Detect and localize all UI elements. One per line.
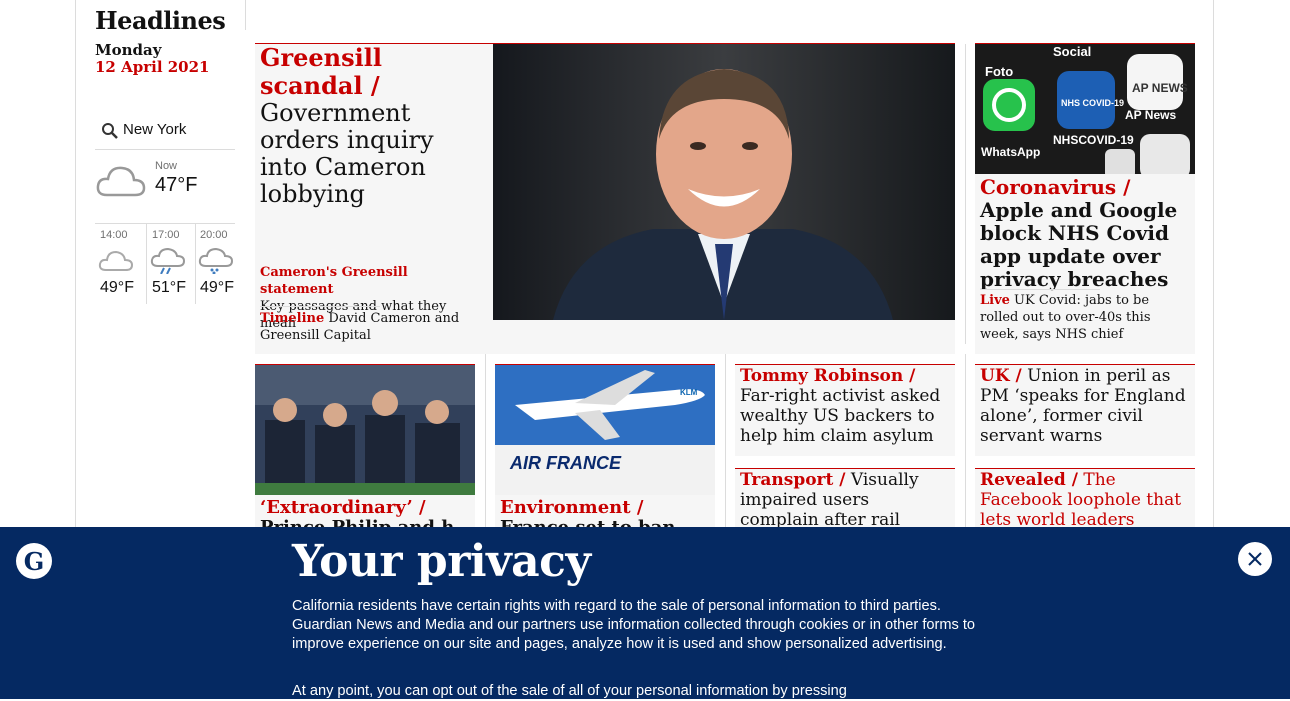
now-temperature: 47°F xyxy=(155,174,198,196)
forecast-slot: 20:00 49°F xyxy=(196,224,242,304)
story-kicker: Environment / xyxy=(500,497,644,518)
forecast-divider xyxy=(146,224,147,304)
privacy-text-optout: At any point, you can opt out of the sal… xyxy=(292,683,847,699)
date-label: 12 April 2021 xyxy=(95,58,210,76)
crowd-photo xyxy=(255,365,475,495)
air-france-image[interactable]: KLM AIR FRANCE xyxy=(495,365,715,495)
aircraft-photo: KLM AIR FRANCE xyxy=(495,365,715,495)
privacy-text: California residents have certain rights… xyxy=(292,598,976,652)
cloud-icon xyxy=(96,166,146,197)
app-icons-photo: Foto Social NHS COVID-19 AP NEWS WhatsAp… xyxy=(975,44,1195,174)
forecast-temperature: 51°F xyxy=(152,279,186,296)
svg-text:G: G xyxy=(24,547,45,576)
story-kicker: UK / xyxy=(980,366,1022,386)
main-story-headline[interactable]: Greensill scandal / Government orders in… xyxy=(260,44,485,208)
column-divider xyxy=(725,354,726,534)
weather-now: Now 47°F xyxy=(95,157,235,217)
column-divider xyxy=(965,354,966,534)
coronavirus-kicker: Coronavirus / xyxy=(980,175,1131,199)
forecast-time: 20:00 xyxy=(200,229,228,241)
app-label: AP News xyxy=(1125,108,1176,122)
sublink-divider xyxy=(260,306,380,307)
column-divider xyxy=(485,354,486,534)
sublink-kicker: Cameron's Greensill statement xyxy=(260,265,408,297)
story-kicker: Transport / xyxy=(740,470,846,490)
app-label: NHSCOVID-19 xyxy=(1053,133,1134,147)
phone-apps-image[interactable]: Foto Social NHS COVID-19 AP NEWS WhatsAp… xyxy=(975,44,1195,174)
plane-livery: AIR FRANCE xyxy=(509,453,622,473)
column-divider xyxy=(965,44,966,344)
close-button[interactable] xyxy=(1238,542,1272,576)
app-label: AP NEWS xyxy=(1132,81,1188,95)
app-label: Foto xyxy=(985,64,1013,79)
forecast-temperature: 49°F xyxy=(100,279,134,296)
story-headline[interactable]: UK / Union in peril as PM ‘speaks for En… xyxy=(980,366,1190,446)
app-label: NHS COVID-19 xyxy=(1061,98,1124,108)
forecast-slot: 14:00 49°F xyxy=(96,224,142,304)
privacy-title: Your privacy xyxy=(292,536,591,587)
location-name: New York xyxy=(123,121,187,138)
forecast-time: 14:00 xyxy=(100,229,128,241)
weather-location-search[interactable]: New York xyxy=(95,117,235,150)
story-title: Far-right activist asked wealthy US back… xyxy=(740,386,941,446)
forecast-time: 17:00 xyxy=(152,229,180,241)
guardian-logo-icon: G xyxy=(16,543,52,579)
live-sublink[interactable]: Live UK Covid: jabs to be rolled out to … xyxy=(980,292,1190,343)
cloud-icon xyxy=(98,250,134,271)
plane-logo: KLM xyxy=(680,388,698,397)
rain-cloud-icon xyxy=(150,248,186,274)
privacy-banner: G Your privacy California residents have… xyxy=(0,527,1290,699)
forecast-temperature: 49°F xyxy=(200,279,234,296)
coronavirus-story-headline[interactable]: Coronavirus / Apple and Google block NHS… xyxy=(980,176,1190,291)
main-story-title: Government orders inquiry into Cameron l… xyxy=(260,99,434,208)
story-kicker: ‘Extraordinary’ / xyxy=(260,497,426,518)
header-divider xyxy=(245,0,246,30)
portrait-photo xyxy=(493,44,955,320)
sublink-divider xyxy=(980,289,1100,290)
search-icon xyxy=(102,123,118,139)
day-label: Monday xyxy=(95,41,162,59)
forecast-slot: 17:00 51°F xyxy=(148,224,194,304)
now-label: Now xyxy=(155,160,178,172)
royals-image[interactable] xyxy=(255,365,475,495)
sublink-kicker: Timeline xyxy=(260,311,325,326)
live-kicker: Live xyxy=(980,293,1010,308)
app-label: WhatsApp xyxy=(981,145,1040,159)
story-kicker: Revealed / xyxy=(980,470,1078,490)
story-headline[interactable]: Tommy Robinson / Far-right activist aske… xyxy=(740,366,950,446)
main-story-image[interactable] xyxy=(493,44,955,320)
close-icon xyxy=(1248,552,1262,566)
coronavirus-title: Apple and Google block NHS Covid app upd… xyxy=(980,198,1178,291)
drizzle-cloud-icon xyxy=(198,248,234,274)
app-label: Social xyxy=(1053,44,1091,59)
section-title: Headlines xyxy=(95,6,226,35)
story-kicker: Tommy Robinson / xyxy=(740,366,916,386)
main-story-kicker: Greensill scandal / xyxy=(260,43,382,100)
main-story-sublink[interactable]: Timeline David Cameron and Greensill Cap… xyxy=(260,310,485,344)
